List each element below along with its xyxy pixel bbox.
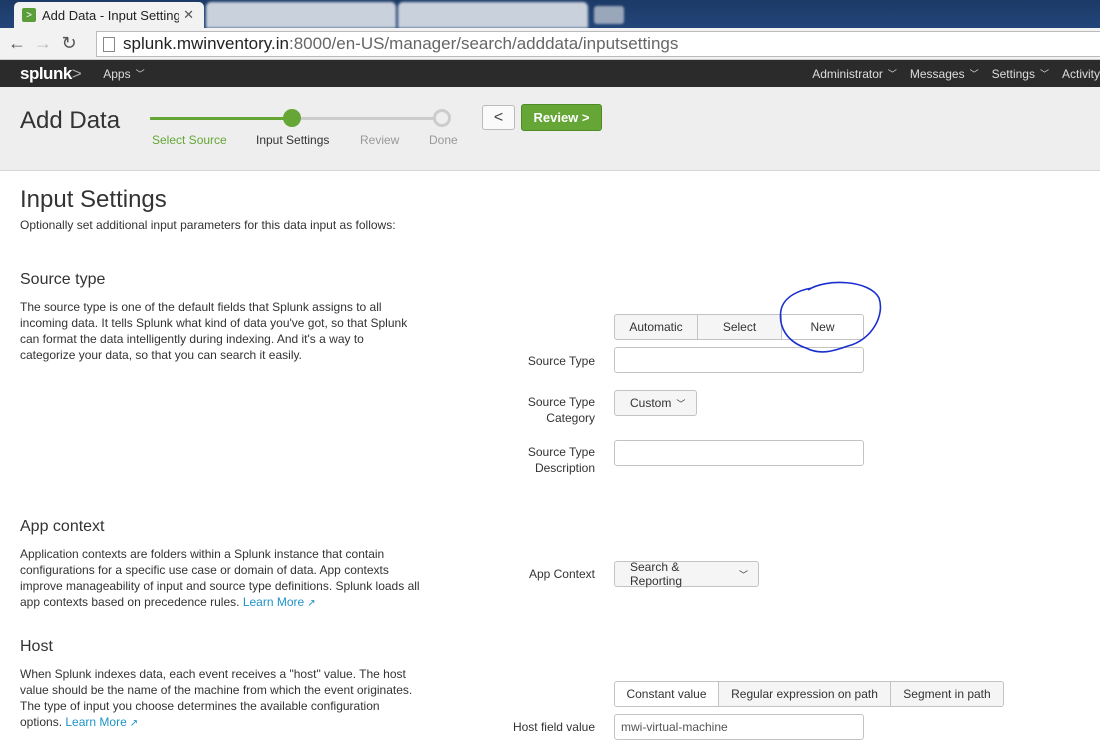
mode-constant-value-button[interactable]: Constant value <box>615 682 719 706</box>
wizard-header: Add Data Select Source Input Settings Re… <box>0 87 1100 171</box>
chevron-left-icon: < <box>493 108 504 126</box>
review-button[interactable]: Review > <box>521 104 602 131</box>
url-host: splunk.mwinventory.in <box>123 34 289 53</box>
page-title: Add Data <box>20 107 121 134</box>
step-current-marker <box>283 109 301 127</box>
chevron-down-icon: ﹀ <box>887 69 897 79</box>
splunk-logo[interactable]: splunk> <box>20 64 82 84</box>
host-field-label: Host field value <box>512 720 595 734</box>
browser-tab-active[interactable]: > Add Data - Input Settings ✕ <box>14 2 204 28</box>
source-type-label: Source Type <box>527 354 595 368</box>
nav-settings[interactable]: Settings ﹀ <box>992 67 1049 81</box>
step-done: Done <box>429 133 458 147</box>
browser-tab-blurred[interactable] <box>206 2 396 28</box>
source-type-title: Source type <box>20 271 106 288</box>
back-button[interactable]: < <box>482 105 515 130</box>
source-type-description-input[interactable] <box>614 440 864 466</box>
host-description: When Splunk indexes data, each event rec… <box>20 667 413 729</box>
app-context-learn-more-link[interactable]: Learn More <box>243 595 304 609</box>
mode-select-button[interactable]: Select <box>698 315 782 339</box>
nav-messages[interactable]: Messages ﹀ <box>910 67 979 81</box>
host-title: Host <box>20 638 53 655</box>
splunk-top-nav: splunk> Apps ﹀ Administrator ﹀ Messages ﹀ S… <box>0 60 1100 87</box>
tab-title: Add Data - Input Settings <box>42 7 180 23</box>
step-review: Review <box>360 133 400 147</box>
chevron-down-icon: ﹀ <box>135 69 145 79</box>
step-input-settings: Input Settings <box>256 133 330 147</box>
url-path: :8000/en-US/manager/search/adddata/input… <box>288 34 679 53</box>
app-context-title: App context <box>20 518 105 535</box>
host-learn-more-link[interactable]: Learn More <box>65 715 126 729</box>
step-select-source: Select Source <box>152 133 227 147</box>
close-tab-icon[interactable]: ✕ <box>183 7 194 23</box>
browser-tab-blurred-2[interactable] <box>398 2 588 28</box>
chevron-down-icon: ﹀ <box>1039 69 1049 79</box>
nav-administrator[interactable]: Administrator ﹀ <box>812 67 897 81</box>
host-field-input[interactable]: mwi-virtual-machine <box>614 714 864 740</box>
new-tab-button[interactable] <box>594 6 624 24</box>
mode-automatic-button[interactable]: Automatic <box>615 315 698 339</box>
source-type-description-label: Source Type Description <box>527 445 595 475</box>
back-arrow-icon[interactable]: ← <box>4 31 30 57</box>
browser-tab-strip: > Add Data - Input Settings ✕ <box>0 0 1100 28</box>
external-link-icon: ↗ <box>307 598 316 609</box>
chevron-down-icon: ﹀ <box>738 569 748 580</box>
section-subtitle: Optionally set additional input paramete… <box>20 218 396 232</box>
section-heading: Input Settings <box>20 186 167 213</box>
annotation-stroke <box>779 281 882 353</box>
app-context-description: Application contexts are folders within … <box>20 547 420 609</box>
forward-arrow-icon[interactable]: → <box>30 31 56 57</box>
chevron-down-icon: ﹀ <box>969 69 979 79</box>
annotation-circle <box>779 281 882 353</box>
app-context-dropdown[interactable]: Search & Reporting ﹀ <box>614 560 759 588</box>
main-content: Input Settings Optionally set additional… <box>0 172 1100 740</box>
source-type-category-dropdown[interactable]: Custom ﹀ <box>614 390 697 416</box>
splunk-favicon-icon: > <box>22 8 36 22</box>
page-icon <box>103 36 115 52</box>
apps-menu[interactable]: Apps ﹀ <box>103 67 144 81</box>
reload-icon[interactable]: ↻ <box>56 31 82 57</box>
source-type-category-label: Source Type Category <box>527 395 595 425</box>
progress-track-done <box>150 117 292 120</box>
source-type-description: The source type is one of the default fi… <box>20 300 408 362</box>
external-link-icon: ↗ <box>129 718 139 729</box>
app-context-label: App Context <box>528 567 595 581</box>
address-bar: ← → ↻ splunk.mwinventory.in :8000/en-US/… <box>0 28 1100 60</box>
step-done-marker <box>433 109 451 127</box>
right-nav: Administrator ﹀ Messages ﹀ Settings ﹀ Activ… <box>812 60 1100 87</box>
chevron-down-icon: ﹀ <box>676 398 686 409</box>
host-mode-toggle: Constant value Regular expression on pat… <box>614 681 1004 707</box>
mode-regex-on-path-button[interactable]: Regular expression on path <box>719 682 891 706</box>
url-input[interactable]: splunk.mwinventory.in :8000/en-US/manage… <box>96 31 1100 57</box>
progress-track-remaining <box>292 117 442 120</box>
nav-activity[interactable]: Activity <box>1062 67 1100 81</box>
mode-segment-in-path-button[interactable]: Segment in path <box>891 682 1003 706</box>
